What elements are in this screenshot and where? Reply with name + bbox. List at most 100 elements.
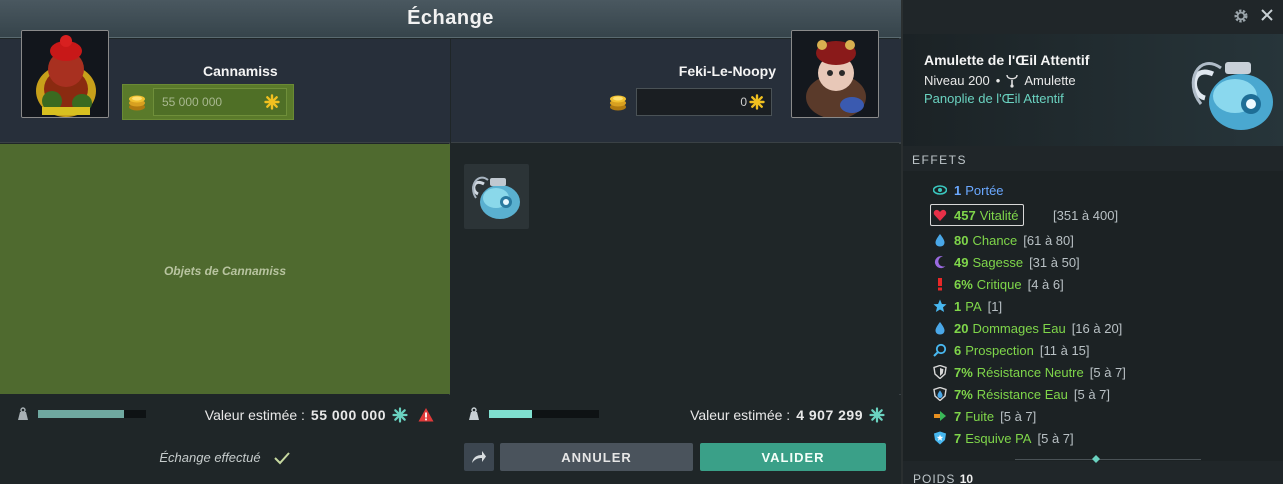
exchange-window: Échange Cannamiss 55 000 000 Objets de C… xyxy=(0,0,901,484)
right-player-avatar[interactable] xyxy=(791,30,879,118)
kamas-star-icon xyxy=(264,94,280,110)
item-level-line: Niveau 200 • Amulette xyxy=(924,73,1076,88)
effect-range: [5 à 7] xyxy=(1000,408,1037,424)
star-icon xyxy=(933,299,947,312)
effect-range: [5 à 7] xyxy=(1089,364,1126,380)
effect-row: 49 Sagesse [31 à 50] xyxy=(933,252,1080,272)
left-weight-bar xyxy=(38,410,146,418)
effect-name: Portée xyxy=(965,182,1004,198)
item-tooltip: Amulette de l'Œil Attentif Niveau 200 • … xyxy=(903,0,1283,484)
left-items-area[interactable]: Objets de Cannamiss xyxy=(0,144,450,394)
effect-value: 49 xyxy=(954,254,969,270)
poids-label: POIDS xyxy=(913,472,956,484)
share-arrow-icon xyxy=(472,451,486,463)
effect-name: Résistance Eau xyxy=(976,386,1068,402)
effect-name: Fuite xyxy=(965,408,995,424)
right-player-name: Feki-Le-Noopy xyxy=(678,63,776,79)
right-kamas-input: 0 xyxy=(636,88,772,116)
left-player-bar: Cannamiss 55 000 000 xyxy=(0,30,450,143)
effect-value: 7% xyxy=(954,386,973,402)
item-type: Amulette xyxy=(1024,73,1076,88)
left-valeur-amount: 55 000 000 xyxy=(310,407,386,423)
exclamation-icon xyxy=(938,278,942,291)
effect-range: [4 à 6] xyxy=(1027,276,1064,292)
effect-value: 1 xyxy=(954,182,962,198)
left-valeur-label: Valeur estimée : xyxy=(204,407,305,423)
share-button[interactable] xyxy=(464,443,494,471)
effect-name: Résistance Neutre xyxy=(976,364,1084,380)
right-footer: Valeur estimée : 4 907 299 ANNULER VALID… xyxy=(451,395,901,484)
water-drop-icon xyxy=(935,234,945,247)
water-drop-icon xyxy=(935,322,945,335)
exchange-status: Échange effectué xyxy=(0,450,450,465)
valider-button[interactable]: VALIDER xyxy=(700,443,886,471)
effect-range: [11 à 15] xyxy=(1039,342,1090,358)
effect-row: 1 Portée xyxy=(933,180,1004,200)
item-slot-amulet[interactable] xyxy=(464,164,529,229)
kamas-coin-icon xyxy=(129,95,145,111)
effect-value: 6 xyxy=(954,342,962,358)
effect-name: Dommages Eau xyxy=(972,320,1066,336)
left-kamas-input[interactable]: 55 000 000 xyxy=(153,88,287,116)
effect-value: 1 xyxy=(954,298,962,314)
tooltip-topbar xyxy=(903,0,1283,34)
effect-value: 7% xyxy=(954,364,973,380)
kamas-star-icon xyxy=(749,94,765,110)
effect-row-highlighted[interactable]: 457 Vitalité xyxy=(930,204,1024,226)
effets-title: EFFETS xyxy=(912,153,968,167)
effect-range: [31 à 50] xyxy=(1029,254,1080,270)
right-estimated-value: Valeur estimée : 4 907 299 xyxy=(690,407,885,423)
eye-icon xyxy=(933,185,947,195)
right-weight-bar xyxy=(489,410,599,418)
moon-icon xyxy=(934,256,946,269)
effect-range: [351 à 400] xyxy=(1051,205,1118,225)
level-separator: • xyxy=(995,73,1001,88)
effect-name: Sagesse xyxy=(972,254,1024,270)
amulet-type-icon xyxy=(1006,74,1019,88)
section-divider xyxy=(1015,459,1201,460)
effect-range: [61 à 80] xyxy=(1023,232,1074,248)
effect-row: 7% Résistance Eau [5 à 7] xyxy=(933,384,1110,404)
left-kamas-value: 55 000 000 xyxy=(162,95,223,109)
effect-row: 7% Résistance Neutre [5 à 7] xyxy=(933,362,1126,382)
amulet-icon xyxy=(472,176,520,219)
gear-icon[interactable] xyxy=(1233,8,1249,24)
weight-icon xyxy=(469,407,479,420)
close-icon[interactable] xyxy=(1259,7,1275,23)
kamas-coin-icon xyxy=(610,95,626,111)
exchange-header[interactable]: Échange xyxy=(0,0,901,38)
effect-value: 7 xyxy=(954,408,962,424)
effect-value: 80 xyxy=(954,232,969,248)
kamas-star-icon xyxy=(392,407,408,423)
left-pane: Cannamiss 55 000 000 Objets de Cannamiss… xyxy=(0,30,450,484)
warning-icon[interactable] xyxy=(418,407,434,423)
left-estimated-value: Valeur estimée : 55 000 000 xyxy=(205,407,434,423)
effect-row: 80 Chance [61 à 80] xyxy=(933,230,1074,250)
kamas-star-icon xyxy=(869,407,885,423)
right-player-bar: Feki-Le-Noopy 0 xyxy=(451,30,901,143)
effect-name: Vitalité xyxy=(979,207,1019,223)
effect-range: [16 à 20] xyxy=(1071,320,1123,336)
effect-name: Chance xyxy=(972,232,1018,248)
effects-list: 1 Portée 457 Vitalité [351 à 400] 80 Cha… xyxy=(903,171,1283,461)
left-kamas-box: 55 000 000 xyxy=(122,84,294,120)
effect-row: 7 Fuite [5 à 7] xyxy=(933,406,1036,426)
right-valeur-label: Valeur estimée : xyxy=(690,407,791,423)
checkmark-icon xyxy=(273,451,290,464)
effect-range-text: [351 à 400] xyxy=(1053,207,1119,223)
right-weight-fill xyxy=(489,410,532,418)
left-player-avatar[interactable] xyxy=(21,30,109,118)
effect-row: 6% Critique [4 à 6] xyxy=(933,274,1064,294)
effect-name: Critique xyxy=(976,276,1022,292)
heart-icon xyxy=(933,209,947,221)
left-player-name: Cannamiss xyxy=(203,63,278,79)
right-pane: Feki-Le-Noopy 0 Valeur estimée: 4 907 2… xyxy=(451,30,901,484)
annuler-button[interactable]: ANNULER xyxy=(500,443,693,471)
shield-neutral-icon xyxy=(933,365,947,379)
item-set-link[interactable]: Panoplie de l'Œil Attentif xyxy=(924,91,1064,106)
effect-value: 457 xyxy=(954,207,976,223)
shield-star-icon xyxy=(934,431,946,445)
effect-row: 1 PA [1] xyxy=(933,296,1002,316)
tooltip-header: Amulette de l'Œil Attentif Niveau 200 • … xyxy=(903,34,1283,146)
item-name: Amulette de l'Œil Attentif xyxy=(924,52,1090,68)
